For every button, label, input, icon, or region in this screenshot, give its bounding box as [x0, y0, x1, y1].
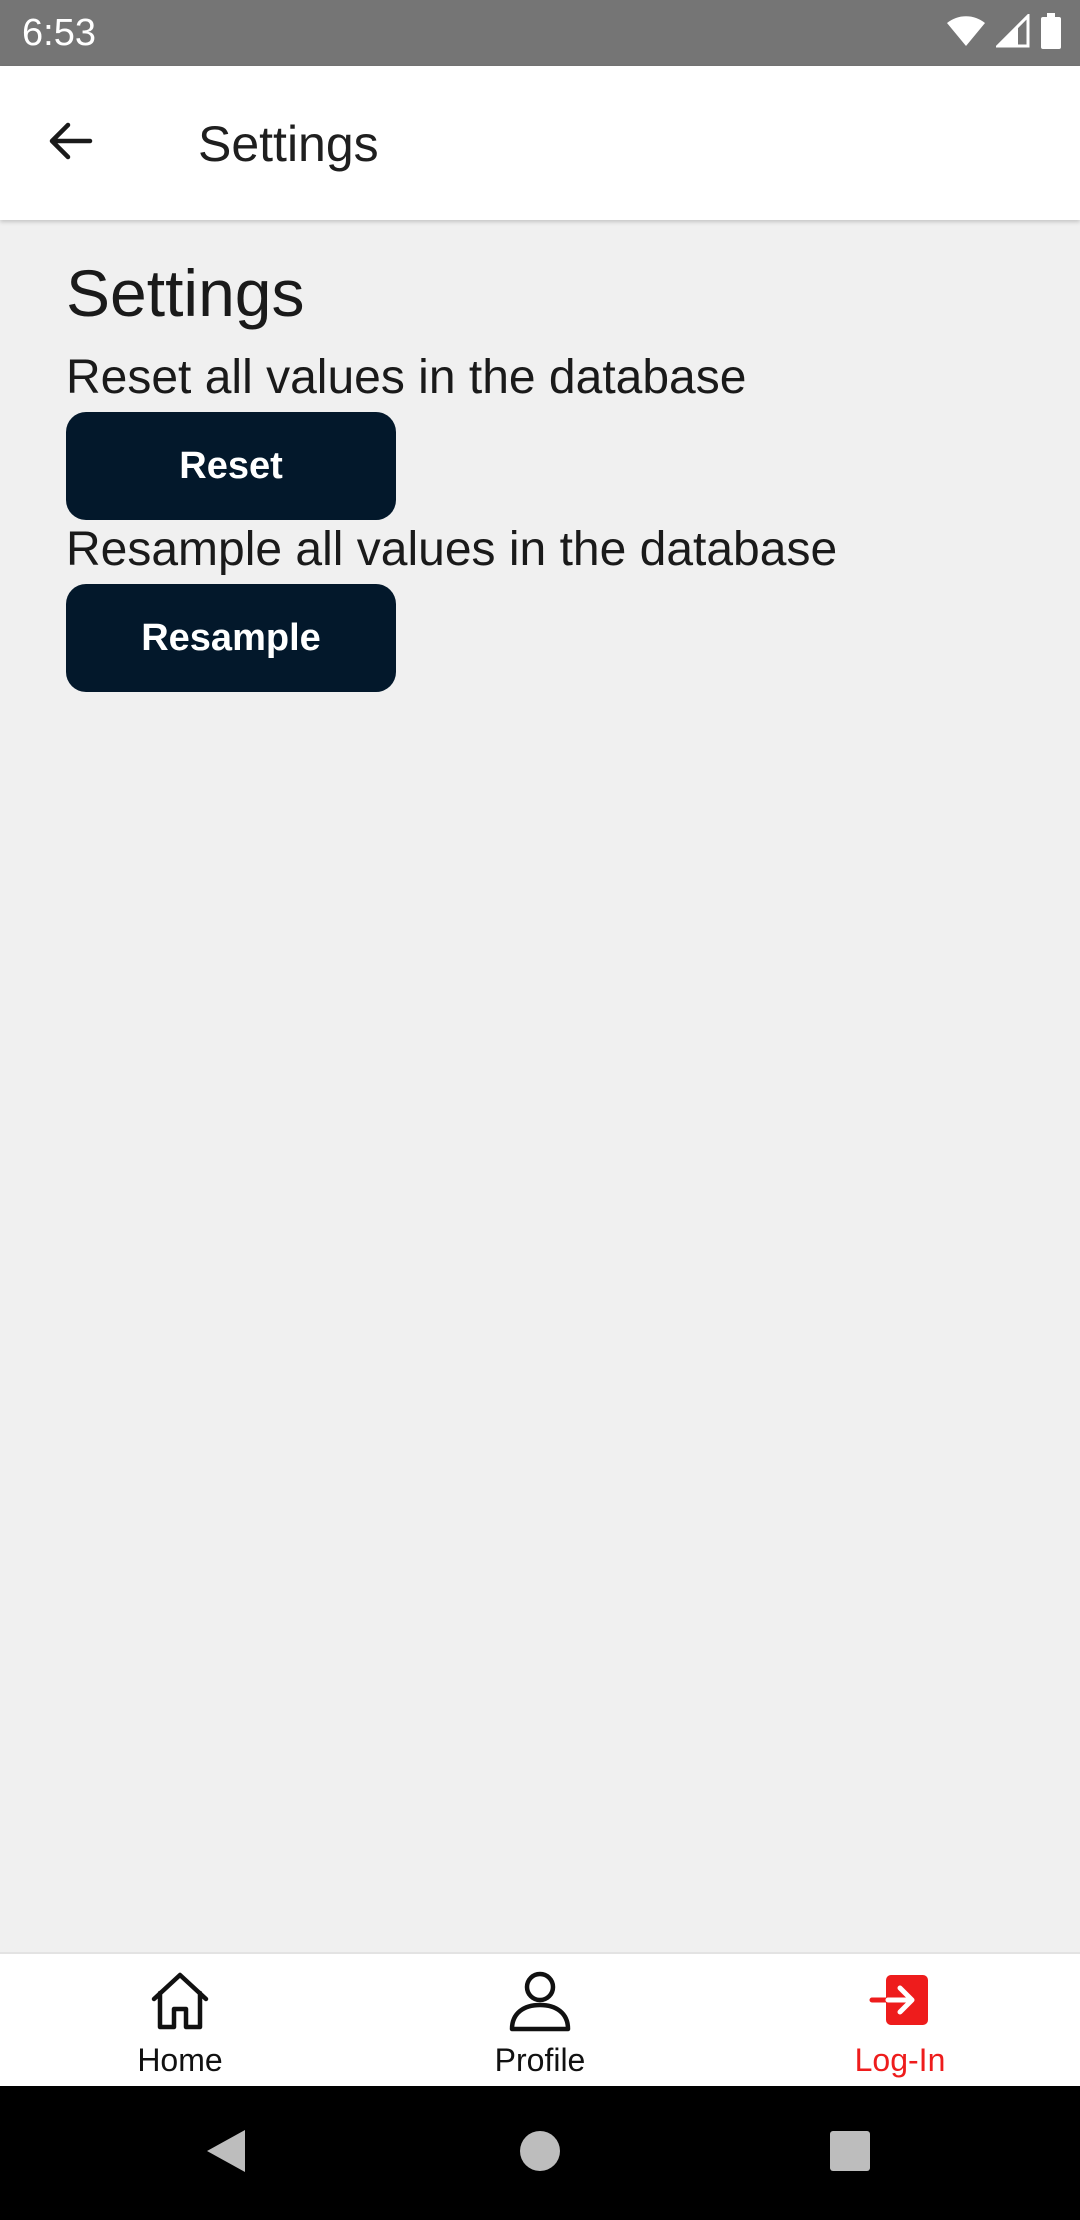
person-icon — [505, 1966, 575, 2036]
arrow-left-icon — [46, 117, 94, 170]
system-home-button[interactable] — [510, 2123, 570, 2183]
wifi-icon — [946, 14, 986, 53]
home-circle-icon — [515, 2126, 565, 2181]
reset-description: Reset all values in the database — [66, 351, 747, 404]
reset-button-label: Reset — [179, 444, 283, 487]
nav-item-login[interactable]: Log-In — [720, 1954, 1080, 2086]
status-time: 6:53 — [22, 12, 96, 54]
nav-label-login: Log-In — [854, 2042, 946, 2078]
system-back-button[interactable] — [196, 2123, 256, 2183]
app-bar: Settings — [0, 66, 1080, 220]
cellular-signal-icon — [994, 11, 1030, 53]
resample-description: Resample all values in the database — [66, 523, 838, 576]
nav-item-home[interactable]: Home — [0, 1954, 360, 2086]
nav-label-home: Home — [137, 2042, 223, 2078]
settings-content: Settings Reset all values in the databas… — [66, 250, 1016, 692]
login-icon — [865, 1966, 935, 2036]
battery-icon — [1040, 12, 1062, 54]
home-icon — [145, 1966, 215, 2036]
status-bar: 6:53 — [0, 0, 1080, 66]
status-icons — [946, 11, 1062, 54]
recents-square-icon — [825, 2126, 875, 2181]
back-button[interactable] — [30, 103, 110, 183]
app-bar-title: Settings — [198, 116, 379, 172]
back-triangle-icon — [201, 2126, 251, 2181]
page-title: Settings — [66, 256, 305, 330]
system-navigation-bar — [0, 2086, 1080, 2220]
reset-button[interactable]: Reset — [66, 412, 396, 520]
resample-button[interactable]: Resample — [66, 584, 396, 692]
nav-label-profile: Profile — [494, 2042, 586, 2078]
system-recents-button[interactable] — [820, 2123, 880, 2183]
nav-item-profile[interactable]: Profile — [360, 1954, 720, 2086]
bottom-navigation: Home Profile Log-In — [0, 1952, 1080, 2086]
resample-button-label: Resample — [141, 616, 321, 659]
